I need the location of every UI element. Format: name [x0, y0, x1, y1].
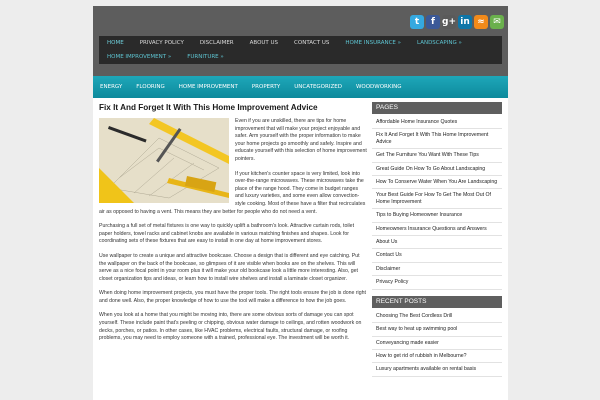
sidebar-page-link[interactable]: Tips to Buying Homeowner Insurance [372, 209, 502, 223]
sidebar-page-link[interactable]: Homeowners Insurance Questions and Answe… [372, 223, 502, 237]
googleplus-icon[interactable]: g+ [442, 15, 456, 29]
sidebar-page-link[interactable]: Your Best Guide For How To Get The Most … [372, 189, 502, 210]
post-paragraph: Use wallpaper to create a unique and att… [99, 252, 360, 282]
blueprint-tools-image [99, 118, 229, 203]
post-title[interactable]: Fix It And Forget It With This Home Impr… [99, 103, 367, 112]
sidebar-page-link[interactable]: Contact Us [372, 249, 502, 263]
main-nav-row2: HOME IMPROVEMENT » FURNITURE » [99, 50, 502, 64]
cat-home-improvement[interactable]: HOME IMPROVEMENT [172, 84, 245, 90]
sidebar-recent-post-link[interactable]: Conveyancing made easier [372, 337, 502, 350]
post-paragraph: Purchasing a full set of metal fixtures … [99, 223, 355, 245]
sidebar-page-link[interactable]: Get The Furniture You Want With These Ti… [372, 149, 502, 163]
post-paragraph: When you look at a home that you might b… [99, 312, 362, 342]
sidebar-recent-post-link[interactable]: Choosing The Best Cordless Drill [372, 310, 502, 324]
sidebar-page-link[interactable]: Fix It And Forget It With This Home Impr… [372, 129, 502, 150]
nav-home-insurance[interactable]: HOME INSURANCE » [337, 36, 409, 50]
cat-woodworking[interactable]: WOODWORKING [349, 84, 409, 90]
nav-home[interactable]: HOME [99, 36, 132, 50]
social-icons: t f g+ in ≈ ✉ [410, 15, 504, 29]
main-nav: HOME PRIVACY POLICY DISCLAIMER ABOUT US … [99, 36, 502, 50]
sidebar-page-link[interactable]: Affordable Home Insurance Quotes [372, 116, 502, 130]
linkedin-icon[interactable]: in [458, 15, 472, 29]
category-nav: ENERGY FLOORING HOME IMPROVEMENT PROPERT… [93, 76, 508, 98]
sidebar-recent-post-link[interactable]: How to get rid of rubbish in Melbourne? [372, 350, 502, 364]
rss-icon[interactable]: ≈ [474, 15, 488, 29]
nav-landscaping[interactable]: LANDSCAPING » [409, 36, 470, 50]
sidebar-page-link[interactable]: Disclaimer [372, 263, 502, 277]
page: t f g+ in ≈ ✉ HOME PRIVACY POLICY DISCLAIMER … [93, 6, 508, 400]
sidebar-page-link[interactable]: Great Guide On How To Go About Landscapi… [372, 163, 502, 177]
twitter-icon[interactable]: t [410, 15, 424, 29]
sidebar-recent-post-link[interactable]: Luxury apartments available on rental ba… [372, 363, 502, 377]
post-paragraph: When doing home improvement projects, yo… [99, 290, 366, 304]
sidebar: PAGES Affordable Home Insurance Quotes Fi… [372, 102, 502, 400]
nav-privacy-policy[interactable]: PRIVACY POLICY [132, 36, 192, 50]
post-body: Even if you are unskilled, there are tip… [99, 118, 367, 343]
post-thumbnail [99, 118, 229, 203]
pages-widget-title: PAGES [372, 102, 502, 114]
nav-furniture[interactable]: FURNITURE » [179, 50, 232, 64]
sidebar-recent-post-link[interactable]: Best way to heat up swimming pool [372, 323, 502, 337]
nav-disclaimer[interactable]: DISCLAIMER [192, 36, 242, 50]
sidebar-page-link[interactable]: About Us [372, 236, 502, 250]
recent-posts-widget-title: RECENT POSTS [372, 295, 502, 308]
pages-list: Affordable Home Insurance Quotes Fix It A… [372, 116, 502, 290]
email-icon[interactable]: ✉ [490, 15, 504, 29]
sidebar-page-link[interactable]: How To Conserve Water When You Are Lands… [372, 176, 502, 190]
recent-posts-list: Choosing The Best Cordless Drill Best way… [372, 310, 502, 377]
nav-contact-us[interactable]: CONTACT US [286, 36, 337, 50]
main-content: Fix It And Forget It With This Home Impr… [99, 102, 367, 400]
nav-about-us[interactable]: ABOUT US [242, 36, 286, 50]
cat-uncategorized[interactable]: UNCATEGORIZED [287, 84, 349, 90]
cat-flooring[interactable]: FLOORING [129, 84, 172, 90]
sidebar-page-link[interactable]: Privacy Policy [372, 276, 502, 290]
cat-energy[interactable]: ENERGY [93, 84, 129, 90]
cat-property[interactable]: PROPERTY [245, 84, 287, 90]
facebook-icon[interactable]: f [426, 15, 440, 29]
nav-home-improvement[interactable]: HOME IMPROVEMENT » [99, 50, 179, 64]
site-header: t f g+ in ≈ ✉ HOME PRIVACY POLICY DISCLAIMER … [93, 6, 508, 76]
